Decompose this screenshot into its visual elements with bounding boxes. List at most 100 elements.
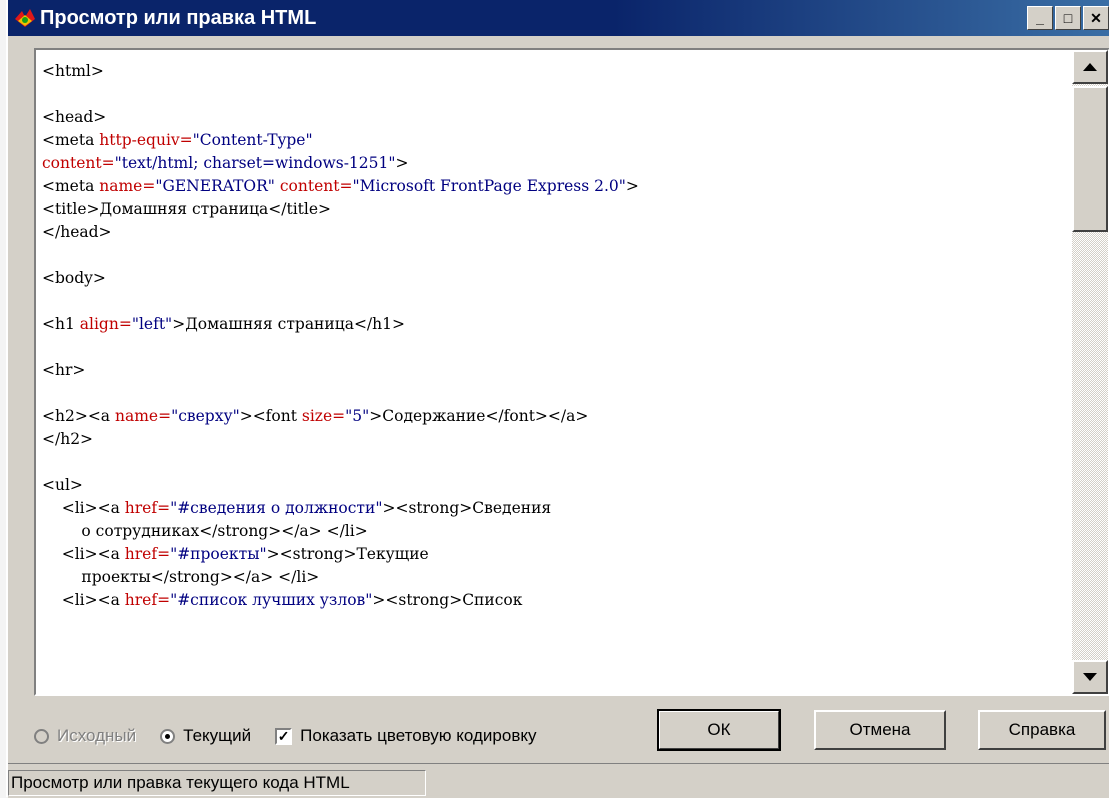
code-token-val: "#сведения о должности" <box>170 499 383 517</box>
window-title: Просмотр или правка HTML <box>40 6 317 29</box>
code-line: </h2> <box>42 428 1072 451</box>
code-line: <li><a href="#список лучших узлов"><stro… <box>42 589 1072 612</box>
close-button[interactable]: ✕ <box>1083 6 1109 30</box>
cancel-button-label: Отмена <box>849 720 911 739</box>
view-options: Исходный Текущий ✓ Показать цветовую код… <box>34 726 560 746</box>
code-token-attr: size= <box>301 407 346 425</box>
title-bar[interactable]: Просмотр или правка HTML _ □ ✕ <box>8 0 1109 36</box>
maximize-button[interactable]: □ <box>1055 6 1081 30</box>
scroll-thumb[interactable] <box>1072 86 1108 232</box>
code-token-tag: </strong></a> </li> <box>150 568 320 586</box>
code-token-tag: > <box>625 177 639 195</box>
code-line: <li><a href="#проекты"><strong>Текущие <box>42 543 1072 566</box>
checkmark-icon: ✓ <box>277 728 290 744</box>
code-token-txt: проекты <box>42 568 151 586</box>
code-token-val: "#проекты" <box>170 545 267 563</box>
code-token-val: "Microsoft FrontPage Express 2.0" <box>352 177 626 195</box>
code-token-attr: href= <box>124 499 171 517</box>
code-token-tag: ><strong> <box>266 545 357 563</box>
code-line: <ul> <box>42 474 1072 497</box>
code-token-tag: <li><a <box>61 591 125 609</box>
ok-button[interactable]: ОК <box>657 709 781 751</box>
code-line: <title>Домашняя страница</title> <box>42 198 1072 221</box>
code-token-attr: href= <box>124 545 171 563</box>
code-token-tag: <li><a <box>61 545 125 563</box>
code-token-txt: Домашняя страница <box>99 200 269 218</box>
code-token-val: "сверху" <box>171 407 240 425</box>
code-token-tag: <meta <box>42 131 100 149</box>
code-token-attr: name= <box>114 407 172 425</box>
code-token-tag: </title> <box>268 200 332 218</box>
ok-button-label: ОК <box>707 720 731 739</box>
code-token-attr: align= <box>79 315 132 333</box>
code-token-tag: ><strong> <box>382 499 473 517</box>
code-token-txt: Домашняя страница <box>185 315 354 333</box>
current-radio-label: Текущий <box>183 726 252 745</box>
scroll-down-button[interactable] <box>1072 660 1108 694</box>
code-token-tag: <title> <box>42 200 100 218</box>
code-token-tag: ><font <box>239 407 302 425</box>
code-token-attr: content= <box>279 177 353 195</box>
code-token-val: "text/html; charset=windows-1251" <box>114 154 396 172</box>
vertical-scrollbar[interactable] <box>1072 50 1108 694</box>
minimize-icon: _ <box>1036 10 1044 26</box>
code-line: <hr> <box>42 359 1072 382</box>
code-token-tag: <body> <box>42 269 106 287</box>
code-line: <body> <box>42 267 1072 290</box>
help-button-label: Справка <box>1008 720 1076 739</box>
color-coding-checkbox[interactable]: ✓ <box>275 727 293 745</box>
code-token-txt: Сведения <box>472 499 552 517</box>
code-token-tag: </font></a> <box>485 407 589 425</box>
scroll-up-button[interactable] <box>1072 50 1108 84</box>
code-token-attr: http-equiv= <box>99 131 193 149</box>
minimize-button[interactable]: _ <box>1027 6 1053 30</box>
code-token-txt: Содержание <box>382 407 486 425</box>
maximize-icon: □ <box>1063 10 1073 26</box>
code-token-tag: <html> <box>42 62 104 80</box>
code-line: content="text/html; charset=windows-1251… <box>42 152 1072 175</box>
close-icon: ✕ <box>1090 9 1102 26</box>
code-line: <meta http-equiv="Content-Type" <box>42 129 1072 152</box>
code-line: <h2><a name="сверху"><font size="5">Соде… <box>42 405 1072 428</box>
code-token-val: "left" <box>131 315 173 333</box>
code-line: <h1 align="left">Домашняя страница</h1> <box>42 313 1072 336</box>
window-controls: _ □ ✕ <box>1027 6 1109 30</box>
code-line: <meta name="GENERATOR" content="Microsof… <box>42 175 1072 198</box>
html-code-area[interactable]: <html> <head> <meta http-equiv="Content-Ty… <box>34 48 1109 696</box>
code-token-tag: > <box>172 315 186 333</box>
code-token-attr: content= <box>42 154 115 172</box>
code-token-tag: <head> <box>42 108 107 126</box>
code-token-val: "5" <box>345 407 370 425</box>
arrow-down-icon <box>1083 673 1097 681</box>
current-radio[interactable] <box>160 728 176 744</box>
help-button[interactable]: Справка <box>978 710 1106 750</box>
code-token-tag: <hr> <box>42 361 86 379</box>
code-token-tag: </h1> <box>353 315 405 333</box>
code-token-tag: </h2> <box>42 430 94 448</box>
code-line: </head> <box>42 221 1072 244</box>
code-token-attr: name= <box>99 177 156 195</box>
html-source-text[interactable]: <html> <head> <meta http-equiv="Content-Ty… <box>36 50 1072 694</box>
code-token-val: "Content-Type" <box>192 131 313 149</box>
html-editor-dialog: Просмотр или правка HTML _ □ ✕ <html> <he… <box>6 0 1109 798</box>
source-radio-label: Исходный <box>57 726 137 745</box>
code-token-txt: Список <box>462 591 523 609</box>
code-token-txt: о сотрудниках <box>42 522 200 540</box>
code-line: проекты</strong></a> </li> <box>42 566 1072 589</box>
status-text: Просмотр или правка текущего кода HTML <box>8 770 426 796</box>
code-token-tag: </strong></a> </li> <box>199 522 368 540</box>
code-token-tag: > <box>369 407 383 425</box>
code-line: <li><a href="#сведения о должности"><str… <box>42 497 1072 520</box>
source-radio[interactable] <box>34 728 49 744</box>
arrow-up-icon <box>1083 63 1097 71</box>
code-token-txt: Текущие <box>356 545 429 563</box>
cancel-button[interactable]: Отмена <box>814 710 946 750</box>
status-bar: Просмотр или правка текущего кода HTML <box>8 763 1109 798</box>
